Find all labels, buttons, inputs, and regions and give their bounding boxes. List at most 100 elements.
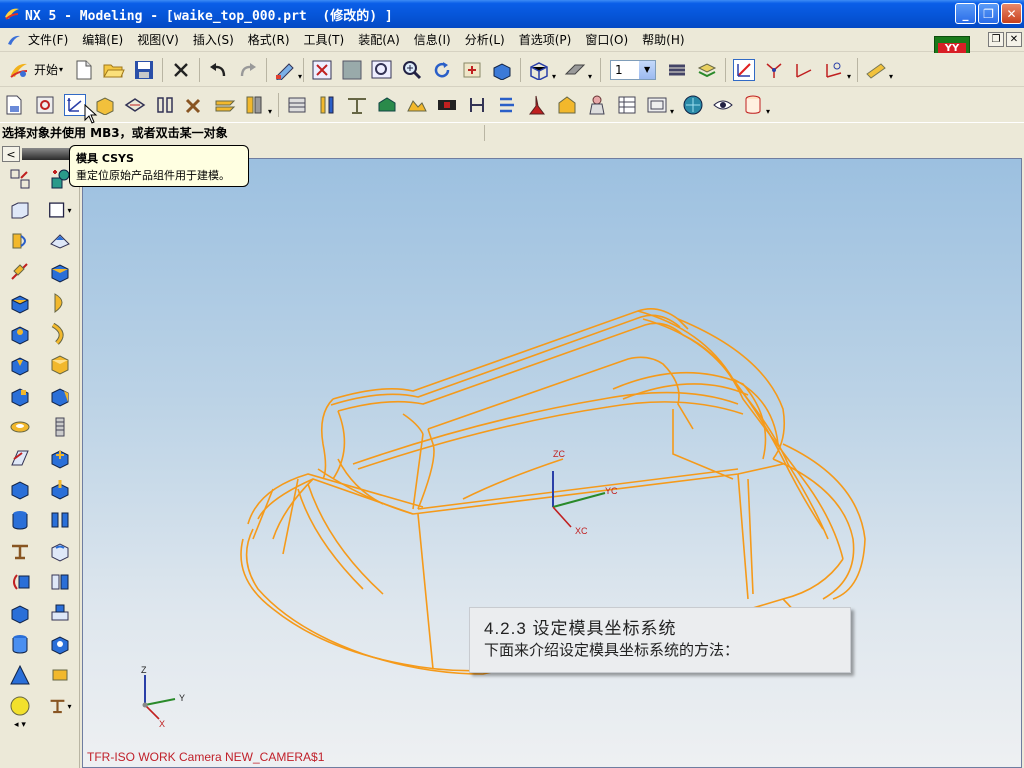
bounded-plane-icon[interactable] [48,632,72,656]
delete-icon[interactable] [170,59,192,81]
trim-icon[interactable] [556,94,578,116]
wcs-origin-icon[interactable] [763,59,785,81]
start-button[interactable]: 开始 ▾ [8,59,63,81]
ejector-pin-icon[interactable] [316,94,338,116]
menu-view[interactable]: 视图(V) [137,31,179,48]
cone-feature-icon[interactable] [8,353,32,377]
thicken-icon[interactable] [48,508,72,532]
pan-icon[interactable] [461,59,483,81]
view-manager-icon[interactable] [682,94,704,116]
nx-app-icon[interactable] [3,5,21,23]
workpiece-icon[interactable] [124,94,146,116]
extract-icon[interactable] [48,229,72,253]
block-icon[interactable] [8,291,32,315]
hide-show-icon[interactable] [712,94,734,116]
patch-body-icon[interactable] [48,601,72,625]
electrode-icon[interactable] [526,94,548,116]
restore-button[interactable]: ❐ [978,3,999,24]
menu-preferences[interactable]: 首选项(P) [519,31,572,48]
shell-icon[interactable] [8,508,32,532]
save-icon[interactable] [133,59,155,81]
wrap-geometry-icon[interactable]: ▾ [48,694,72,718]
slider-icon[interactable] [376,94,398,116]
wcs-rotate-icon[interactable] [793,59,815,81]
layer-move-icon[interactable] [696,59,718,81]
ruled-surface-icon[interactable] [48,322,72,346]
part-window-icon[interactable] [6,32,22,48]
sprue-icon[interactable] [346,94,368,116]
mdi-close-button[interactable]: ✕ [1006,32,1022,47]
rectangle-icon[interactable]: ▾ [48,198,72,222]
sphere-feature-icon[interactable] [8,384,32,408]
mesh-surface-icon[interactable] [48,384,72,408]
parting-icon[interactable] [214,94,236,116]
close-button[interactable]: ✕ [1001,3,1022,24]
edge-blend-icon[interactable] [8,446,32,470]
mdi-restore-button[interactable]: ❐ [988,32,1004,47]
revolve-icon[interactable] [8,229,32,253]
sew-icon[interactable] [48,539,72,563]
mirror-body-icon[interactable] [48,477,72,501]
scale-body-icon[interactable] [48,663,72,687]
cylinder-feature-icon[interactable] [8,322,32,346]
mold-csys-icon[interactable] [64,94,86,116]
chamfer-icon[interactable] [8,477,32,501]
render-style-icon[interactable]: ▾ [564,59,592,81]
menu-edit[interactable]: 编辑(E) [82,31,123,48]
runner-icon[interactable] [466,94,488,116]
left-toolbar-1-more[interactable]: ◂ ▾ [14,720,26,730]
shaded-view-icon[interactable] [491,59,513,81]
wcs-dynamics-icon[interactable] [733,58,756,81]
sphere-icon[interactable] [8,694,32,718]
zoom-rectangle-icon[interactable] [371,59,393,81]
standard-part-icon[interactable] [286,94,308,116]
split-body-icon[interactable] [48,570,72,594]
mold-base-icon[interactable]: ▾ [244,94,272,116]
cylinder-refresh-icon[interactable]: ▾ [742,94,770,116]
pattern-icon[interactable] [48,446,72,470]
subinsert-icon[interactable] [406,94,428,116]
extrude-icon[interactable] [8,198,32,222]
menu-format[interactable]: 格式(R) [248,31,290,48]
cavity-layout-icon[interactable] [154,94,176,116]
bom-icon[interactable] [616,94,638,116]
cooling-icon[interactable] [496,94,518,116]
part-wireframe[interactable]: ZC YC XC Z Y X [83,159,1022,768]
menu-insert[interactable]: 插入(S) [193,31,234,48]
project-init-icon[interactable] [4,94,26,116]
menu-assemblies[interactable]: 装配(A) [358,31,400,48]
menu-tools[interactable]: 工具(T) [304,31,345,48]
redo-icon[interactable] [237,59,259,81]
trim-body-icon[interactable] [8,570,32,594]
layer-settings-icon[interactable] [666,59,688,81]
family-mold-icon[interactable] [34,94,56,116]
sweep-icon[interactable] [8,260,32,284]
menu-file[interactable]: 文件(F) [28,31,68,48]
mold-tools-icon[interactable] [184,94,206,116]
minimize-button[interactable]: _ [955,3,976,24]
torus-icon[interactable] [8,415,32,439]
new-file-icon[interactable] [73,59,95,81]
drawing-icon[interactable]: ▾ [646,94,674,116]
offset-face-icon[interactable] [48,260,72,284]
measure-icon[interactable]: ▾ [865,59,893,81]
open-folder-icon[interactable] [103,59,125,81]
fit-view-icon[interactable] [311,59,333,81]
menu-information[interactable]: 信息(I) [414,31,451,48]
work-layer-select[interactable]: 1 ▼ [610,59,657,80]
zoom-window-icon[interactable] [341,59,363,81]
swept-surface-icon[interactable] [48,291,72,315]
wireframe-cube-icon[interactable]: ▾ [528,59,556,81]
feature-create-icon[interactable] [48,167,72,191]
pocket-icon[interactable] [586,94,608,116]
graphics-window[interactable]: ZC YC XC Z Y X 4.2.3 设定模具坐标系统 下面来介绍设定模具坐… [82,158,1022,768]
through-curves-icon[interactable] [48,353,72,377]
menu-analysis[interactable]: 分析(L) [465,31,505,48]
wcs-orient-icon[interactable]: ▾ [823,59,851,81]
subtract-icon[interactable] [8,632,32,656]
rotate-icon[interactable] [431,59,453,81]
unite-icon[interactable] [8,601,32,625]
collapse-left-button[interactable]: < [2,146,20,162]
menu-window[interactable]: 窗口(O) [585,31,628,48]
draft-icon[interactable] [8,539,32,563]
